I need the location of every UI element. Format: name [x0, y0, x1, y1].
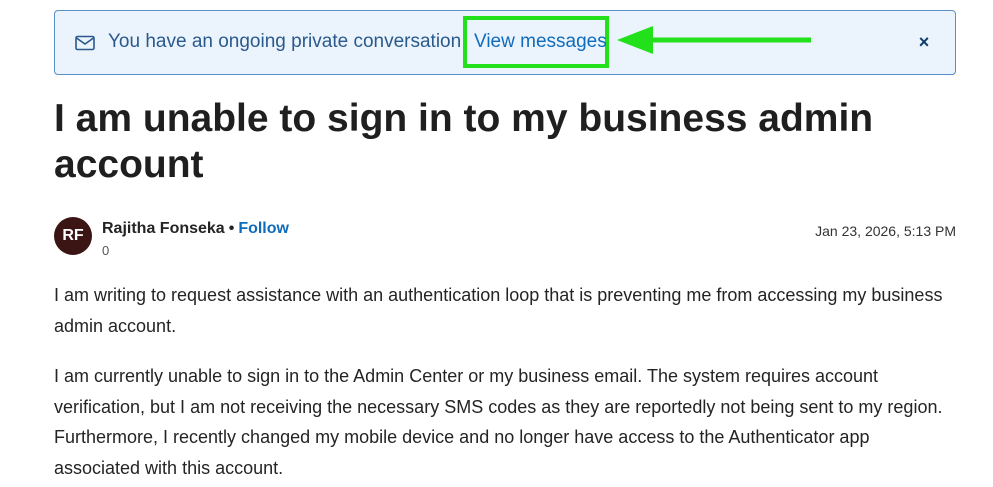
post-title: I am unable to sign in to my business ad… [54, 97, 874, 186]
private-conversation-banner: You have an ongoing private conversation… [54, 10, 956, 75]
post-date: Jan 23, 2026, 5:13 PM [815, 223, 956, 239]
author-points: 0 [102, 243, 110, 258]
follow-button[interactable]: Follow [238, 220, 289, 237]
author-name[interactable]: Rajitha Fonseka [102, 220, 225, 237]
close-icon[interactable]: × [915, 32, 933, 52]
view-messages-link[interactable]: View messages [474, 31, 607, 53]
author-line: Rajitha Fonseka • Follow [102, 220, 289, 238]
post-paragraph-1: I am writing to request assistance with … [54, 285, 943, 336]
separator-dot: • [228, 220, 235, 237]
mail-icon [75, 35, 95, 51]
banner-message: You have an ongoing private conversation [108, 31, 462, 52]
avatar[interactable]: RF [54, 217, 92, 255]
arrow-annotation [615, 23, 815, 61]
post-paragraph-2: I am currently unable to sign in to the … [54, 366, 943, 478]
page: You have an ongoing private conversation… [0, 0, 993, 487]
